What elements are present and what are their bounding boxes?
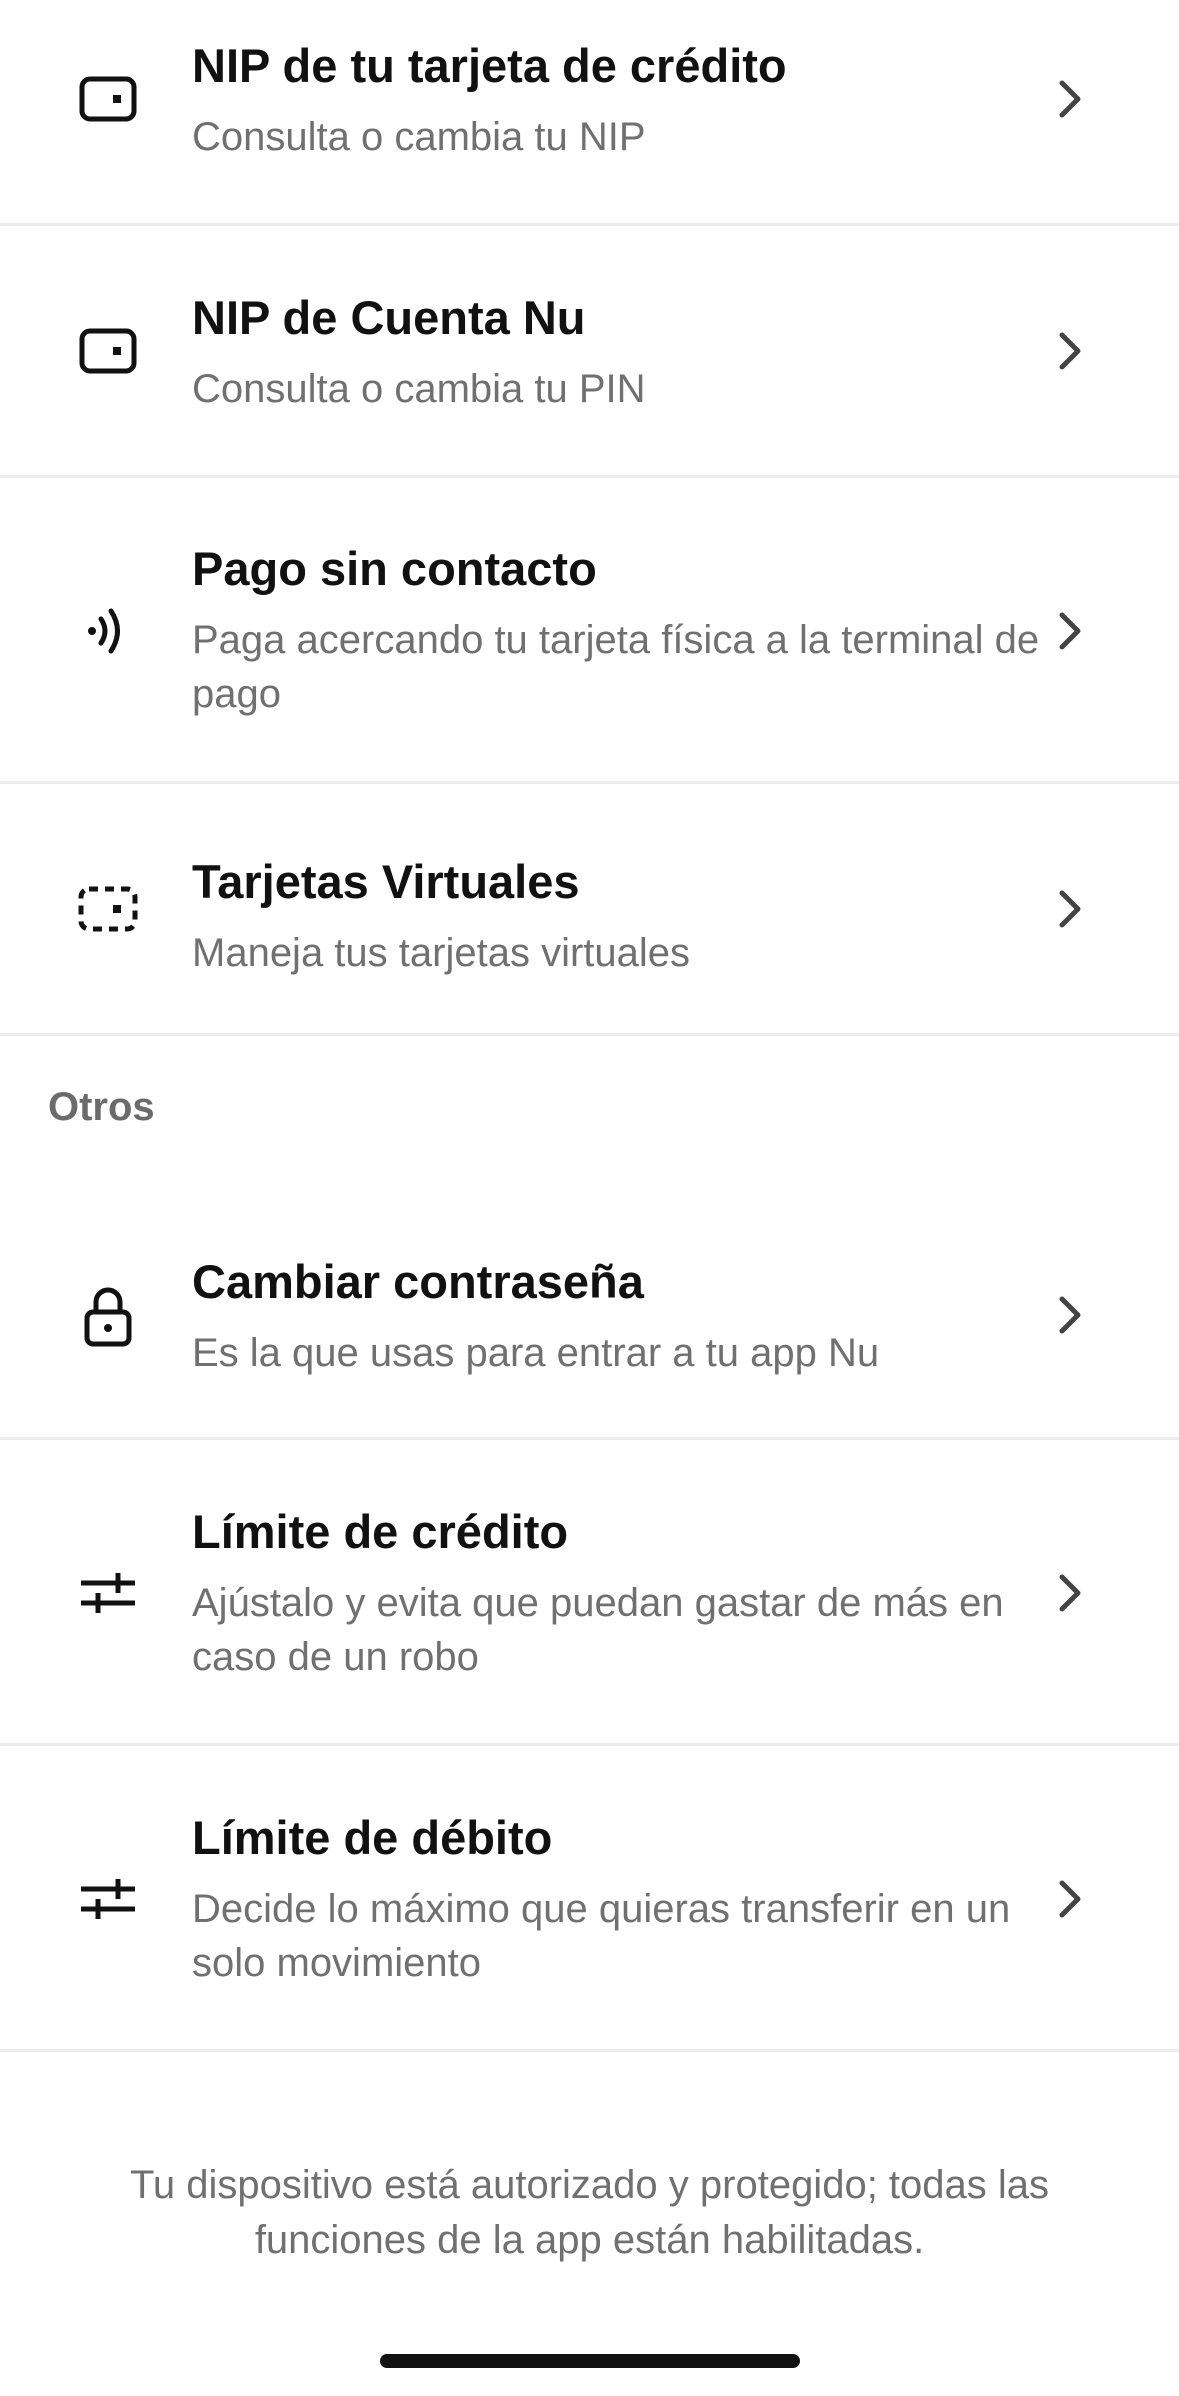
chevron-right-icon <box>1050 1874 1090 1924</box>
row-subtitle: Ajústalo y evita que puedan gastar de má… <box>192 1581 1004 1679</box>
sliders-icon <box>75 1560 141 1626</box>
device-status-message: Tu dispositivo está autorizado y protegi… <box>129 2163 1050 2262</box>
lock-icon <box>75 1284 141 1350</box>
chevron-right-icon <box>1050 884 1090 934</box>
sliders-icon <box>75 1866 141 1932</box>
chevron-right-icon <box>1050 326 1090 376</box>
menu-row-virtual-cards[interactable]: Tarjetas Virtuales Maneja tus tarjetas v… <box>0 784 1179 1036</box>
menu-row-nip-cuenta-nu[interactable]: NIP de Cuenta Nu Consulta o cambia tu PI… <box>0 226 1179 478</box>
row-title: NIP de Cuenta Nu <box>192 291 586 344</box>
menu-row-change-password[interactable]: Cambiar contraseña Es la que usas para e… <box>0 1190 1179 1440</box>
menu-row-contactless-payment[interactable]: Pago sin contacto Paga acercando tu tarj… <box>0 478 1179 784</box>
virtual-card-icon <box>75 876 141 942</box>
row-subtitle: Maneja tus tarjetas virtuales <box>192 931 691 975</box>
home-indicator[interactable] <box>380 2354 800 2368</box>
row-title: Límite de débito <box>192 1811 553 1864</box>
section-header-others: Otros <box>48 1085 155 1129</box>
row-subtitle: Es la que usas para entrar a tu app Nu <box>192 1331 880 1375</box>
row-title: NIP de tu tarjeta de crédito <box>192 39 787 92</box>
contactless-icon <box>75 598 141 664</box>
chevron-right-icon <box>1050 74 1090 124</box>
row-title: Límite de crédito <box>192 1505 569 1558</box>
menu-row-credit-limit[interactable]: Límite de crédito Ajústalo y evita que p… <box>0 1440 1179 1746</box>
row-subtitle: Consulta o cambia tu PIN <box>192 367 646 411</box>
row-title: Pago sin contacto <box>192 542 597 595</box>
row-subtitle: Consulta o cambia tu NIP <box>192 115 646 159</box>
menu-row-nip-credit-card[interactable]: NIP de tu tarjeta de crédito Consulta o … <box>0 0 1179 226</box>
row-title: Tarjetas Virtuales <box>192 855 580 908</box>
row-title: Cambiar contraseña <box>192 1255 644 1308</box>
row-subtitle: Paga acercando tu tarjeta física a la te… <box>192 618 1040 716</box>
card-icon <box>75 66 141 132</box>
chevron-right-icon <box>1050 1290 1090 1340</box>
chevron-right-icon <box>1050 1568 1090 1618</box>
card-icon <box>75 318 141 384</box>
menu-row-debit-limit[interactable]: Límite de débito Decide lo máximo que qu… <box>0 1746 1179 2052</box>
chevron-right-icon <box>1050 606 1090 656</box>
row-subtitle: Decide lo máximo que quieras transferir … <box>192 1887 1011 1985</box>
